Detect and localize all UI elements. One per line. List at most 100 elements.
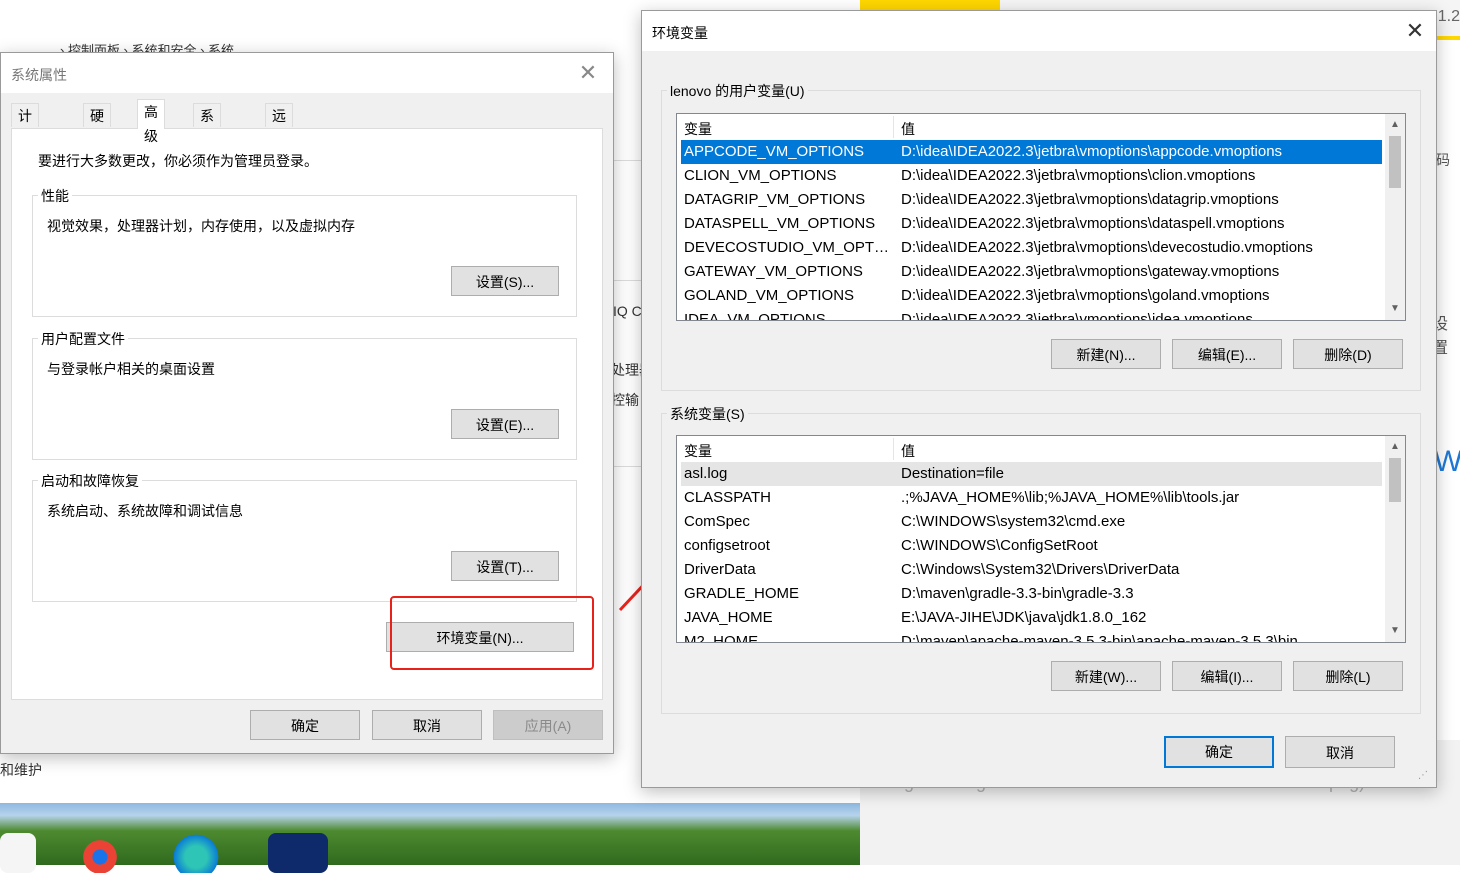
column-header-value[interactable]: 值 (901, 441, 915, 461)
desktop-wallpaper (0, 803, 860, 865)
startup-settings-button[interactable]: 设置(T)... (451, 551, 559, 581)
list-item[interactable]: M2_HOME D:\maven\apache-maven-3.5.3-bin\a… (681, 630, 1382, 643)
dialog-title: 环境变量 (652, 25, 708, 41)
list-item[interactable]: DriverData C:\Windows\System32\Drivers\Dr… (681, 558, 1382, 582)
edge-icon[interactable] (168, 833, 224, 873)
apply-button[interactable]: 应用(A) (493, 710, 603, 740)
group-description: 系统启动、系统故障和调试信息 (47, 503, 243, 519)
list-item[interactable]: IDEA_VM_OPTIONS D:\idea\IDEA2022.3\jetbra… (681, 308, 1382, 321)
annotation-highlight-box (390, 596, 594, 670)
ok-button[interactable]: 确定 (250, 710, 360, 740)
variable-value: D:\idea\IDEA2022.3\jetbra\vmoptions\clio… (901, 167, 1256, 184)
variable-value: C:\WINDOWS\system32\cmd.exe (901, 513, 1126, 530)
variable-value: Destination=file (901, 465, 1004, 482)
vertical-scrollbar[interactable]: ▲ ▼ (1385, 114, 1405, 320)
title-bar: 系统属性 ✕ (1, 53, 613, 93)
user-variables-list[interactable]: 变量 值 APPCODE_VM_OPTIONS D:\idea\IDEA2022.… (676, 113, 1406, 321)
list-item[interactable]: GRADLE_HOME D:\maven\gradle-3.3-bin\gradl… (681, 582, 1382, 606)
chrome-icon[interactable] (72, 833, 128, 873)
group-description: 与登录帐户相关的桌面设置 (47, 361, 215, 377)
variable-name: ComSpec (684, 513, 750, 530)
admin-note: 要进行大多数更改，你必须作为管理员登录。 (38, 153, 318, 169)
list-item[interactable]: DEVECOSTUDIO_VM_OPTI... D:\idea\IDEA2022.… (681, 236, 1382, 260)
env-cancel-button[interactable]: 取消 (1285, 736, 1395, 768)
startup-recovery-group: 启动和故障恢复 系统启动、系统故障和调试信息 设置(T)... (32, 471, 577, 602)
variable-name: GATEWAY_VM_OPTIONS (684, 263, 863, 280)
list-header: 变量 值 (677, 114, 1385, 138)
scroll-thumb[interactable] (1389, 136, 1401, 188)
cancel-button[interactable]: 取消 (372, 710, 482, 740)
variable-value: D:\maven\gradle-3.3-bin\gradle-3.3 (901, 585, 1134, 602)
tab-remote[interactable]: 远程 (265, 103, 293, 148)
background-text: 控输 (611, 392, 639, 408)
environment-variables-dialog: 环境变量 ✕ lenovo 的用户变量(U) 变量 值 APPCODE_VM_O… (641, 10, 1437, 788)
tab-system-protection[interactable]: 系统保护 (193, 103, 221, 196)
tab-computer-name[interactable]: 计算机名 (11, 103, 39, 196)
scroll-down-icon[interactable]: ▼ (1385, 622, 1405, 640)
variable-name: configsetroot (684, 537, 770, 554)
tab-text: 1.2 (1437, 8, 1460, 25)
variable-value: D:\idea\IDEA2022.3\jetbra\vmoptions\appc… (901, 143, 1283, 160)
user-profiles-settings-button[interactable]: 设置(E)... (451, 409, 559, 439)
scroll-up-icon[interactable]: ▲ (1385, 116, 1405, 134)
close-icon[interactable]: ✕ (1402, 19, 1428, 45)
variable-value: D:\idea\IDEA2022.3\jetbra\vmoptions\gate… (901, 263, 1280, 280)
variable-value: D:\maven\apache-maven-3.5.3-bin\apache-m… (901, 633, 1298, 643)
system-variables-group: 系统变量(S) 变量 值 asl.log Destination=file CLAS… (661, 404, 1421, 714)
variable-name: asl.log (684, 465, 728, 482)
variable-name: M2_HOME (684, 633, 759, 643)
tab-hardware[interactable]: 硬件 (83, 103, 111, 148)
list-item[interactable]: CLASSPATH .;%JAVA_HOME%\lib;%JAVA_HOME%\l… (681, 486, 1382, 510)
variable-name: CLION_VM_OPTIONS (684, 167, 837, 184)
scroll-up-icon[interactable]: ▲ (1385, 438, 1405, 456)
close-icon[interactable]: ✕ (575, 61, 601, 87)
user-edit-button[interactable]: 编辑(E)... (1172, 339, 1282, 369)
variable-name: GRADLE_HOME (684, 585, 800, 602)
scroll-down-icon[interactable]: ▼ (1385, 300, 1405, 318)
scroll-thumb[interactable] (1389, 458, 1401, 502)
column-header-variable[interactable]: 变量 (684, 119, 712, 139)
list-item[interactable]: GOLAND_VM_OPTIONS D:\idea\IDEA2022.3\jetb… (681, 284, 1382, 308)
group-label: 启动和故障恢复 (38, 471, 142, 491)
variable-name: CLASSPATH (684, 489, 771, 506)
variable-value: E:\JAVA-JIHE\JDK\java\jdk1.8.0_162 (901, 609, 1147, 626)
user-new-button[interactable]: 新建(N)... (1051, 339, 1161, 369)
variable-name: APPCODE_VM_OPTIONS (684, 143, 865, 160)
group-description: 视觉效果，处理器计划，内存使用，以及虚拟内存 (47, 218, 355, 234)
background-text: 和维护 (0, 762, 42, 778)
list-item[interactable]: DATASPELL_VM_OPTIONS D:\idea\IDEA2022.3\j… (681, 212, 1382, 236)
list-item[interactable]: configsetroot C:\WINDOWS\ConfigSetRoot (681, 534, 1382, 558)
list-item[interactable]: DATAGRIP_VM_OPTIONS D:\idea\IDEA2022.3\je… (681, 188, 1382, 212)
group-label: 系统变量(S) (667, 404, 748, 424)
variable-value: D:\idea\IDEA2022.3\jetbra\vmoptions\idea… (901, 311, 1253, 321)
app-icon[interactable] (268, 833, 328, 873)
variable-name: DATASPELL_VM_OPTIONS (684, 215, 876, 232)
app-taskbar-icon[interactable] (0, 833, 36, 873)
variable-value: D:\idea\IDEA2022.3\jetbra\vmoptions\data… (901, 191, 1279, 208)
variable-value: C:\Windows\System32\Drivers\DriverData (901, 561, 1180, 578)
variable-name: DATAGRIP_VM_OPTIONS (684, 191, 866, 208)
performance-settings-button[interactable]: 设置(S)... (451, 266, 559, 296)
user-variables-group: lenovo 的用户变量(U) 变量 值 APPCODE_VM_OPTIONS D… (661, 81, 1421, 391)
list-item[interactable]: CLION_VM_OPTIONS D:\idea\IDEA2022.3\jetbr… (681, 164, 1382, 188)
list-item[interactable]: GATEWAY_VM_OPTIONS D:\idea\IDEA2022.3\jet… (681, 260, 1382, 284)
variable-value: C:\WINDOWS\ConfigSetRoot (901, 537, 1098, 554)
list-item[interactable]: APPCODE_VM_OPTIONS D:\idea\IDEA2022.3\jet… (681, 140, 1382, 164)
system-variables-list[interactable]: 变量 值 asl.log Destination=file CLASSPATH.;%… (676, 435, 1406, 643)
list-item[interactable]: ComSpec C:\WINDOWS\system32\cmd.exe (681, 510, 1382, 534)
tab-advanced[interactable]: 高级 (137, 99, 165, 144)
system-new-button[interactable]: 新建(W)... (1051, 661, 1161, 691)
column-header-variable[interactable]: 变量 (684, 441, 712, 461)
variable-name: DEVECOSTUDIO_VM_OPTI... (684, 239, 890, 256)
column-header-value[interactable]: 值 (901, 119, 915, 139)
system-edit-button[interactable]: 编辑(I)... (1172, 661, 1282, 691)
list-item[interactable]: asl.log Destination=file (681, 462, 1382, 486)
resize-grip-icon[interactable]: ⋰ (1418, 770, 1428, 781)
system-delete-button[interactable]: 删除(L) (1293, 661, 1403, 691)
user-profiles-group: 用户配置文件 与登录帐户相关的桌面设置 设置(E)... (32, 329, 577, 460)
side-text: 码 (1436, 152, 1450, 168)
env-ok-button[interactable]: 确定 (1164, 736, 1274, 768)
user-delete-button[interactable]: 删除(D) (1293, 339, 1403, 369)
list-item[interactable]: JAVA_HOME E:\JAVA-JIHE\JDK\java\jdk1.8.0_… (681, 606, 1382, 630)
vertical-scrollbar[interactable]: ▲ ▼ (1385, 436, 1405, 642)
